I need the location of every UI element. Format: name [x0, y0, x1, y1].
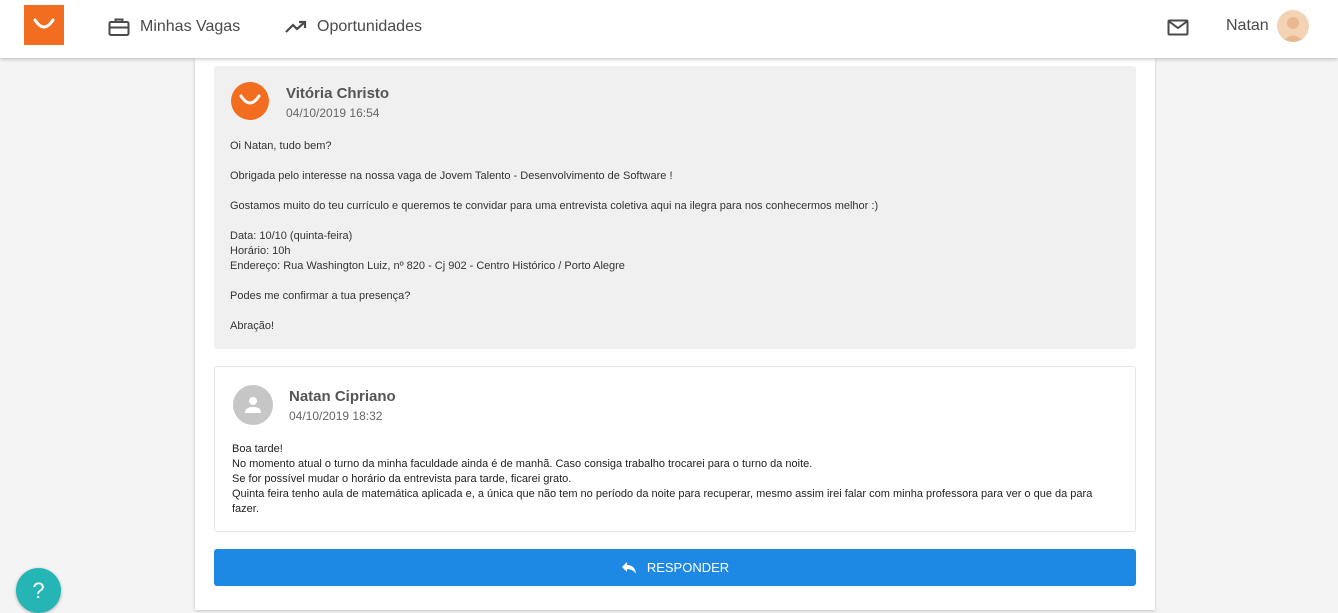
reply-button[interactable]: RESPONDER [214, 549, 1136, 586]
message-paragraph: Abração! [230, 319, 1120, 334]
reply-icon [621, 561, 637, 575]
company-logo-icon [239, 94, 261, 105]
nav-oportunidades[interactable]: Oportunidades [285, 15, 422, 39]
message-received: Vitória Christo 04/10/2019 16:54 Oi Nata… [214, 66, 1136, 349]
message-paragraph: Gostamos muito do teu currículo e querem… [230, 199, 1120, 214]
sender-name: Vitória Christo [286, 85, 390, 102]
nav-minhas-vagas[interactable]: Minhas Vagas [108, 15, 240, 39]
message-body: Oi Natan, tudo bem? Obrigada pelo intere… [230, 139, 1120, 349]
message-body: Boa tarde! No momento atual o turno da m… [232, 442, 1122, 517]
sender-name: Natan Cipriano [289, 388, 396, 405]
briefcase-icon [108, 17, 130, 37]
message-line: Oi Natan, tudo bem? [230, 140, 332, 152]
message-line: Gostamos muito do teu currículo e querem… [230, 200, 879, 212]
message-line: Se for possível mudar o horário da entre… [232, 473, 572, 485]
top-navbar: Minhas Vagas Oportunidades Natan [0, 0, 1338, 58]
message-paragraph: Podes me confirmar a tua presença? [230, 289, 1120, 304]
message-line: Abração! [230, 320, 275, 332]
message-sent: Natan Cipriano 04/10/2019 18:32 Boa tard… [214, 366, 1136, 532]
nav-minhas-vagas-label: Minhas Vagas [140, 18, 241, 35]
smile-logo-icon [33, 18, 55, 29]
user-avatar[interactable] [1277, 10, 1309, 42]
message-paragraph: Oi Natan, tudo bem? [230, 139, 1120, 154]
message-line: Podes me confirmar a tua presença? [230, 290, 411, 302]
message-paragraph: Obrigada pelo interesse na nossa vaga de… [230, 169, 1120, 184]
message-line: Horário: 10h [230, 245, 291, 257]
message-date: 04/10/2019 18:32 [289, 409, 383, 423]
mail-icon [1167, 19, 1189, 35]
brand-logo[interactable] [24, 5, 64, 45]
conversation-card: Vitória Christo 04/10/2019 16:54 Oi Nata… [195, 58, 1155, 610]
messages-button[interactable] [1166, 15, 1190, 39]
trending-up-icon [285, 20, 307, 34]
nav-oportunidades-label: Oportunidades [317, 18, 422, 35]
message-date: 04/10/2019 16:54 [286, 106, 380, 120]
message-line: Endereço: Rua Washington Luiz, nº 820 - … [230, 260, 625, 272]
user-avatar-icon [1282, 17, 1304, 42]
sender-avatar [231, 82, 269, 120]
message-line: Obrigada pelo interesse na nossa vaga de… [230, 170, 673, 182]
help-button[interactable]: ? [16, 568, 61, 613]
message-line: Quinta feira tenho aula de matemática ap… [232, 488, 1093, 515]
sender-avatar [233, 385, 273, 425]
message-line: Boa tarde! [232, 443, 283, 455]
user-name[interactable]: Natan [1226, 17, 1269, 35]
reply-button-label: RESPONDER [646, 560, 730, 575]
message-line: No momento atual o turno da minha faculd… [232, 458, 813, 470]
message-paragraph: Data: 10/10 (quinta-feira) Horário: 10h … [230, 229, 1120, 274]
person-icon [245, 397, 261, 413]
message-line: Data: 10/10 (quinta-feira) [230, 230, 353, 242]
